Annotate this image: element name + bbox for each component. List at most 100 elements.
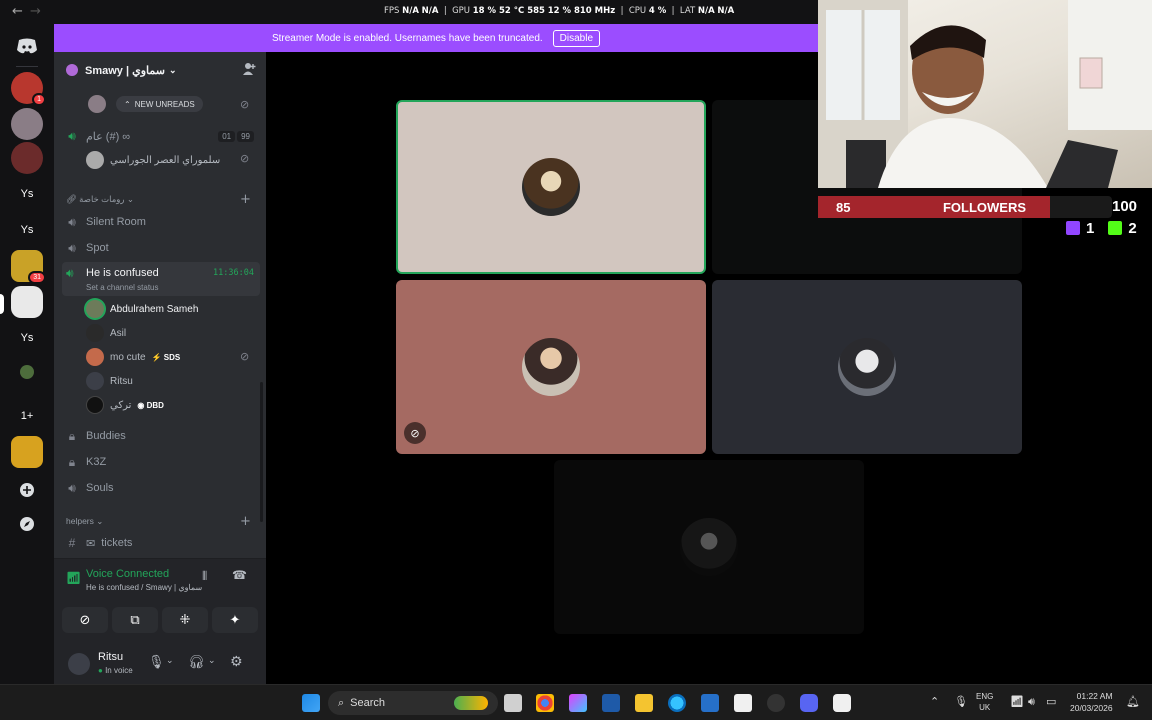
outlook-icon[interactable] <box>701 694 719 712</box>
wifi-icon[interactable]: 📶︎ <box>1010 695 1024 708</box>
start-icon[interactable] <box>302 694 320 712</box>
channel-status[interactable]: Set a channel status <box>86 283 159 292</box>
app-icon[interactable] <box>833 694 851 712</box>
disconnect-icon[interactable]: ☎︎ <box>232 568 247 582</box>
back-icon[interactable]: ← <box>12 4 23 19</box>
voice-subtitle[interactable]: He is confused / Smawy | سماوي <box>86 583 202 592</box>
guild-boost-icon <box>66 64 78 76</box>
obs-icon[interactable] <box>767 694 785 712</box>
taskbar-search[interactable]: ⌕ Search <box>328 691 498 715</box>
noise-suppression-icon[interactable]: ⦀ <box>202 569 207 584</box>
tag-label: SDS <box>163 352 181 362</box>
discord-icon[interactable] <box>11 30 43 62</box>
lat-value-2: N/A <box>717 6 735 16</box>
participant-tile[interactable] <box>712 280 1022 454</box>
server-ys[interactable]: Ys <box>11 322 43 354</box>
add-server-icon[interactable] <box>11 474 43 506</box>
add-channel-icon[interactable]: + <box>240 192 251 207</box>
task-view-icon[interactable] <box>504 694 522 712</box>
gear-icon[interactable]: ⚙ <box>230 654 243 670</box>
channel-silent-room[interactable]: 🔊︎ Silent Room <box>62 210 260 234</box>
channel-souls[interactable]: 🔊︎ Souls <box>62 476 260 500</box>
channel-tickets[interactable]: # ✉ tickets <box>62 531 260 555</box>
lat-value: N/A <box>697 6 715 16</box>
channel-buddies[interactable]: 🔒︎ Buddies <box>62 424 260 448</box>
server-label: Ys <box>20 332 34 344</box>
speaker-icon: 🔊︎ <box>68 480 76 495</box>
server-icon[interactable]: 1 <box>11 72 46 106</box>
clock[interactable]: 01:22 AM 20/03/2026 <box>1070 690 1113 714</box>
discord-taskbar-icon[interactable] <box>800 694 818 712</box>
server-icon[interactable]: 31 <box>11 250 46 284</box>
add-channel-icon[interactable]: + <box>240 514 251 529</box>
channel-name: Buddies <box>86 430 126 442</box>
app-icon[interactable] <box>602 694 620 712</box>
user-count: 01 <box>218 130 236 142</box>
participant-tile[interactable]: ⊘ <box>396 280 706 454</box>
language-indicator[interactable]: ENG UK <box>976 691 993 713</box>
voice-member[interactable]: Asil <box>86 322 126 344</box>
guild-header[interactable]: Smawy | سماوي ⌄ <box>54 52 266 88</box>
screen-share-button[interactable]: ⧉ <box>112 607 158 633</box>
volume-icon[interactable]: 🔊︎ <box>1028 695 1035 709</box>
microphone-tray-icon[interactable]: 🎙︎ <box>954 695 968 708</box>
category-private[interactable]: 🔗︎ رومات خاصة ⌄ <box>66 194 134 205</box>
participant-tile-speaking[interactable] <box>396 100 706 274</box>
avatar[interactable] <box>68 653 90 675</box>
invite-icon[interactable] <box>242 62 256 79</box>
voice-member[interactable]: Ritsu <box>86 370 133 392</box>
store-icon[interactable] <box>734 694 752 712</box>
server-icon[interactable] <box>11 356 43 388</box>
new-unreads-pill[interactable]: ⌃ NEW UNREADS <box>116 96 203 112</box>
disable-button[interactable]: Disable <box>552 29 601 47</box>
server-icon[interactable] <box>11 436 43 468</box>
member-name: Asil <box>110 327 127 339</box>
channel-name: عام (#) ∞ <box>86 130 131 143</box>
copilot-icon[interactable] <box>569 694 587 712</box>
followers-label: FOLLOWERS <box>942 199 1026 215</box>
active-voice-channel[interactable]: 🔊︎ He is confused 11:36:04 Set a channel… <box>62 262 260 296</box>
server-ys[interactable]: Ys <box>11 214 43 246</box>
channel-voice-general[interactable]: 🔊︎ عام (#) ∞ 01 99 <box>62 124 260 148</box>
gpu-value: 18 % 52 °C 585 <box>472 6 545 16</box>
scrollbar[interactable] <box>260 382 263 522</box>
microphone-icon[interactable]: 🎙︎ <box>148 655 165 670</box>
search-icon: ⌕ <box>338 696 345 709</box>
channel-k3z[interactable]: 🔒︎ K3Z <box>62 450 260 474</box>
banner-text: Streamer Mode is enabled. Usernames have… <box>271 32 543 44</box>
search-placeholder: Search <box>350 697 386 709</box>
channel-spot[interactable]: 🔊︎ Spot <box>62 236 260 260</box>
webcam-overlay <box>818 0 1152 188</box>
voice-member[interactable]: Abdulrahem Sameh <box>86 298 198 320</box>
forward-icon[interactable]: → <box>30 4 41 19</box>
activities-button[interactable]: ⁜ <box>162 607 208 633</box>
server-icon-selected[interactable] <box>11 286 43 318</box>
server-icon[interactable] <box>11 108 43 140</box>
participant-tile[interactable] <box>554 460 864 634</box>
voice-member[interactable]: mo cute ⚡ SDS <box>86 346 180 368</box>
discover-icon[interactable] <box>11 508 43 540</box>
battery-icon[interactable]: ▭ <box>1046 695 1056 708</box>
file-explorer-icon[interactable] <box>635 694 653 712</box>
server-ys[interactable]: Ys <box>11 178 43 210</box>
server-label: 1+ <box>20 410 34 422</box>
soundboard-button[interactable]: ✦ <box>212 607 258 633</box>
voice-member[interactable]: تركي ◉ DBD <box>86 394 164 416</box>
voice-member[interactable]: سلموراي العصر الجوراسي <box>86 149 220 171</box>
server-folder[interactable]: 1+ <box>11 400 43 432</box>
chevron-down-icon[interactable]: ⌄ <box>166 656 174 666</box>
headphones-icon[interactable]: 🎧︎ <box>188 655 205 670</box>
user-name[interactable]: Ritsu <box>98 651 123 663</box>
lock-icon: 🔒︎ <box>68 454 76 469</box>
edge-icon[interactable] <box>668 694 686 712</box>
chrome-icon[interactable] <box>536 694 554 712</box>
chevron-down-icon[interactable]: ⌄ <box>208 656 216 666</box>
category-helpers[interactable]: helpers ⌄ <box>66 516 103 527</box>
server-icon[interactable] <box>11 142 43 174</box>
fps-value: N/A <box>402 6 419 16</box>
camera-off-button[interactable]: ⊘ <box>62 607 108 633</box>
chevron-up-icon[interactable]: ⌃ <box>930 695 939 708</box>
participant-avatar <box>522 338 580 396</box>
voice-title[interactable]: Voice Connected <box>86 568 169 580</box>
notification-bell-icon[interactable]: 🔔︎ <box>1126 695 1140 708</box>
